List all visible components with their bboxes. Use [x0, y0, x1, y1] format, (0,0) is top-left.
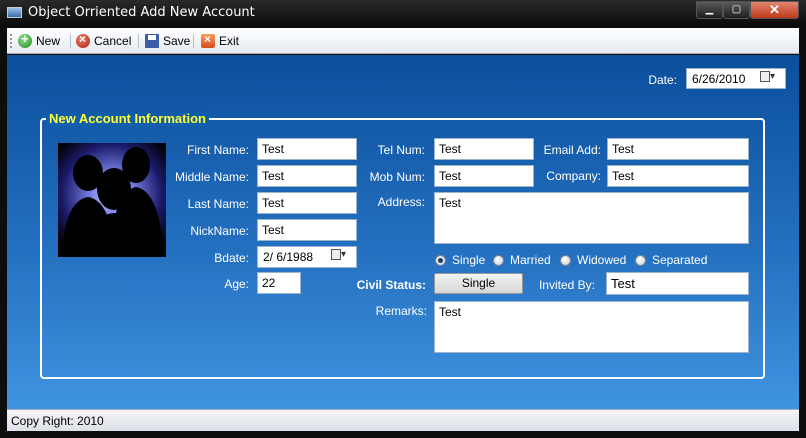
add-icon	[18, 31, 32, 48]
age-label: Age:	[224, 277, 249, 291]
mob-num-label: Mob Num:	[369, 170, 425, 184]
save-button[interactable]: Save	[145, 32, 190, 50]
exit-button[interactable]: Exit	[201, 32, 239, 50]
email-field[interactable]: Test	[607, 138, 749, 160]
user-avatar-image	[58, 143, 166, 257]
radio-separated-label: Separated	[652, 253, 708, 267]
app-window-icon	[7, 7, 22, 18]
radio-single-label: Single	[452, 253, 486, 267]
status-bar: Copy Right: 2010	[7, 409, 799, 431]
radio-married[interactable]: Married	[493, 253, 551, 267]
email-label: Email Add:	[543, 143, 601, 157]
tel-num-label: Tel Num:	[377, 143, 425, 157]
radio-married-label: Married	[510, 253, 551, 267]
bdate-picker[interactable]: 2/ 6/1988 ▾	[257, 246, 357, 268]
save-icon	[145, 34, 159, 48]
cancel-label: Cancel	[94, 34, 132, 48]
age-field[interactable]: 22	[257, 272, 301, 294]
radio-icon	[635, 254, 646, 266]
invited-by-label: Invited By:	[538, 278, 595, 292]
radio-widowed[interactable]: Widowed	[560, 253, 626, 267]
radio-widowed-label: Widowed	[577, 253, 627, 267]
radio-icon	[560, 254, 571, 266]
form-panel: Date: 6/26/2010 ▾ New Account Informatio…	[7, 55, 799, 409]
people-silhouette-icon	[62, 147, 164, 257]
first-name-field[interactable]: Test	[257, 138, 357, 160]
address-field[interactable]: Test	[434, 192, 749, 244]
last-name-field[interactable]: Test	[257, 192, 357, 214]
civil-status-value[interactable]: Single	[434, 273, 523, 294]
toolbar: New Cancel Save Exit	[7, 28, 799, 54]
date-value: 6/26/2010	[692, 72, 746, 86]
radio-icon	[493, 254, 504, 266]
company-label: Company:	[546, 169, 601, 183]
middle-name-label: Middle Name:	[174, 170, 249, 184]
group-title: New Account Information	[46, 111, 209, 126]
bdate-value: 2/ 6/1988	[263, 250, 314, 264]
remarks-field[interactable]: Test	[434, 301, 749, 353]
window-title: Object Orriented Add New Account	[28, 5, 255, 20]
new-label: New	[36, 34, 61, 48]
mob-num-field[interactable]: Test	[434, 165, 534, 187]
nickname-field[interactable]: Test	[257, 219, 357, 241]
cancel-button[interactable]: Cancel	[76, 32, 131, 50]
radio-selected-icon	[435, 254, 446, 266]
company-field[interactable]: Test	[607, 165, 749, 187]
toolbar-grip[interactable]	[10, 34, 12, 48]
calendar-dropdown-icon[interactable]: ▾	[760, 71, 784, 87]
tel-num-field[interactable]: Test	[434, 138, 534, 160]
nickname-label: NickName:	[190, 224, 249, 238]
radio-separated[interactable]: Separated	[635, 253, 707, 267]
minimize-button[interactable]: ▁	[696, 1, 723, 19]
app-window: Object Orriented Add New Account ▁ ▢ ✕ N…	[0, 0, 806, 438]
maximize-button[interactable]: ▢	[723, 1, 750, 19]
civil-status-label: Civil Status:	[356, 278, 426, 292]
radio-single[interactable]: Single	[435, 253, 485, 267]
copyright-text: Copy Right: 2010	[11, 414, 104, 428]
close-button[interactable]: ✕	[750, 1, 799, 19]
last-name-label: Last Name:	[187, 197, 249, 211]
exit-icon	[201, 32, 215, 48]
invited-by-field[interactable]: Test	[606, 272, 749, 295]
middle-name-field[interactable]: Test	[257, 165, 357, 187]
date-label: Date:	[648, 73, 677, 87]
cancel-icon	[76, 32, 90, 48]
bdate-label: Bdate:	[214, 251, 249, 265]
remarks-label: Remarks:	[375, 304, 427, 318]
exit-label: Exit	[219, 34, 240, 48]
date-picker[interactable]: 6/26/2010 ▾	[686, 68, 786, 89]
title-bar[interactable]: Object Orriented Add New Account ▁ ▢ ✕	[0, 0, 806, 26]
first-name-label: First Name:	[186, 143, 249, 157]
calendar-dropdown-icon[interactable]: ▾	[331, 249, 355, 265]
save-label: Save	[163, 34, 191, 48]
address-label: Address:	[377, 195, 425, 209]
new-button[interactable]: New	[18, 31, 61, 50]
